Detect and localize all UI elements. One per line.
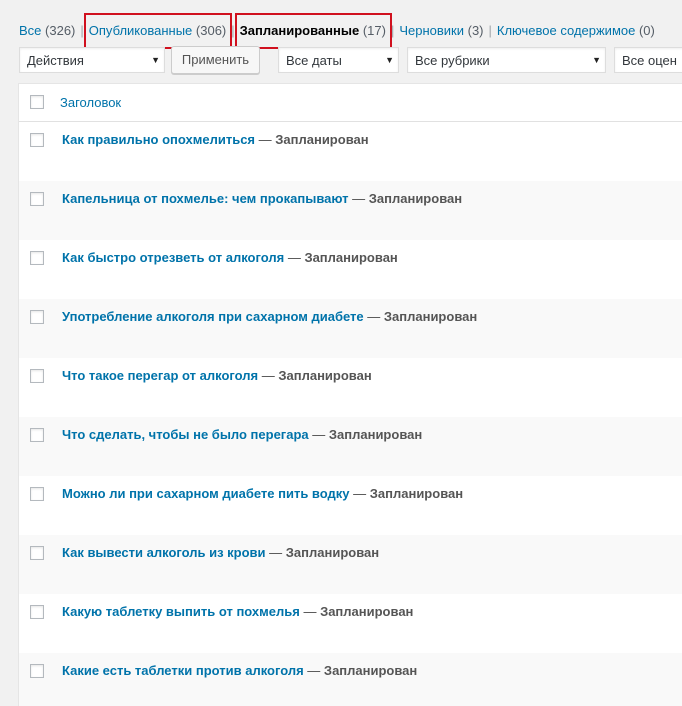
post-title-link[interactable]: Капельница от похмелье: чем прокапывают: [62, 191, 349, 206]
table-row: Употребление алкоголя при сахарном диабе…: [19, 299, 682, 358]
table-row: Какие есть таблетки против алкоголя — За…: [19, 653, 682, 706]
post-title-link[interactable]: Что такое перегар от алкоголя: [62, 368, 258, 383]
view-drafts-link[interactable]: Черновики: [399, 23, 464, 38]
post-state-separator: —: [303, 663, 324, 678]
row-title-line: Как быстро отрезветь от алкоголя — Запла…: [62, 250, 398, 265]
view-all-count: (326): [45, 23, 76, 38]
view-separator: |: [488, 23, 492, 38]
post-state-separator: —: [265, 545, 286, 560]
view-all[interactable]: Все (326): [19, 23, 75, 39]
title-column-header[interactable]: Заголовок: [60, 95, 121, 110]
post-state: Запланирован: [275, 132, 369, 147]
row-title-line: Как правильно опохмелиться — Запланирова…: [62, 132, 369, 147]
post-title-link[interactable]: Как быстро отрезветь от алкоголя: [62, 250, 284, 265]
post-state: Запланирован: [328, 427, 423, 442]
table-row: Как быстро отрезветь от алкоголя — Запла…: [19, 240, 682, 299]
row-checkbox[interactable]: [30, 192, 44, 206]
table-row: Что такое перегар от алкоголя — Запланир…: [19, 358, 682, 417]
post-state-separator: —: [255, 132, 276, 147]
table-row: Можно ли при сахарном диабете пить водку…: [19, 476, 682, 535]
view-published[interactable]: Опубликованные (306): [83, 13, 233, 49]
table-body: Как правильно опохмелиться — Запланирова…: [19, 122, 682, 706]
view-published-link[interactable]: Опубликованные: [89, 23, 193, 38]
rating-filter-value: Все оцен: [622, 53, 677, 68]
row-title-line: Какие есть таблетки против алкоголя — За…: [62, 663, 417, 678]
post-state: Запланирован: [304, 250, 398, 265]
table-row: Какую таблетку выпить от похмелья — Запл…: [19, 594, 682, 653]
post-state-separator: —: [363, 309, 384, 324]
post-title-link[interactable]: Что сделать, чтобы не было перегара: [62, 427, 309, 442]
view-separator: |: [80, 23, 84, 38]
post-title-link[interactable]: Какую таблетку выпить от похмелья: [62, 604, 300, 619]
view-cornerstone-link[interactable]: Ключевое содержимое: [497, 23, 635, 38]
row-checkbox[interactable]: [30, 664, 44, 678]
post-status-views: Все (326) | Опубликованные (306) | Запланиро…: [19, 13, 655, 49]
row-checkbox[interactable]: [30, 251, 44, 265]
row-title-line: Что такое перегар от алкоголя — Запланир…: [62, 368, 372, 383]
post-state-separator: —: [299, 604, 321, 619]
post-title-link[interactable]: Как правильно опохмелиться: [62, 132, 255, 147]
row-checkbox[interactable]: [30, 546, 44, 560]
view-published-count: (306): [195, 23, 227, 38]
bulk-actions-select[interactable]: Действия ▼: [19, 47, 165, 73]
table-row: Что сделать, чтобы не было перегара — За…: [19, 417, 682, 476]
post-state: Запланирован: [323, 663, 418, 678]
chevron-down-icon: ▼: [385, 55, 394, 65]
bulk-actions-value: Действия: [27, 53, 84, 68]
post-state: Запланирован: [278, 368, 372, 383]
row-title-line: Как вывести алкоголь из крови — Запланир…: [62, 545, 379, 560]
post-state: Запланирован: [320, 604, 414, 619]
table-row: Как правильно опохмелиться — Запланирова…: [19, 122, 682, 181]
post-title-link[interactable]: Как вывести алкоголь из крови: [62, 545, 266, 560]
row-checkbox[interactable]: [30, 487, 44, 501]
post-state-separator: —: [258, 368, 279, 383]
view-drafts-count: (3): [467, 23, 484, 38]
row-checkbox[interactable]: [30, 605, 44, 619]
select-all-checkbox[interactable]: [30, 95, 44, 109]
post-title-link[interactable]: Употребление алкоголя при сахарном диабе…: [62, 309, 364, 324]
row-checkbox[interactable]: [30, 369, 44, 383]
view-separator: |: [390, 23, 395, 38]
row-title-line: Что сделать, чтобы не было перегара — За…: [62, 427, 422, 442]
post-state-separator: —: [349, 486, 370, 501]
post-title-link[interactable]: Можно ли при сахарном диабете пить водку: [62, 486, 350, 501]
row-title-line: Можно ли при сахарном диабете пить водку…: [62, 486, 463, 501]
table-row: Капельница от похмелье: чем прокапывают …: [19, 181, 682, 240]
table-header: Заголовок: [19, 84, 682, 122]
post-state: Запланирован: [383, 309, 478, 324]
category-filter-value: Все рубрики: [415, 53, 490, 68]
chevron-down-icon: ▼: [592, 55, 601, 65]
post-state-separator: —: [348, 191, 369, 206]
posts-list-page: Все (326) | Опубликованные (306) | Запланиро…: [0, 0, 682, 706]
view-all-link[interactable]: Все: [19, 23, 41, 38]
row-title-line: Употребление алкоголя при сахарном диабе…: [62, 309, 477, 324]
view-cornerstone-count: (0): [638, 23, 655, 38]
view-scheduled-count: (17): [362, 23, 386, 38]
date-filter-value: Все даты: [286, 53, 342, 68]
apply-button[interactable]: Применить: [171, 46, 260, 74]
post-state: Запланирован: [369, 486, 464, 501]
rating-filter-select[interactable]: Все оцен: [614, 47, 682, 73]
chevron-down-icon: ▼: [151, 55, 160, 65]
row-checkbox[interactable]: [30, 133, 44, 147]
posts-table: Заголовок Как правильно опохмелиться — З…: [18, 83, 682, 706]
row-checkbox[interactable]: [30, 310, 44, 324]
view-drafts[interactable]: Черновики (3): [399, 23, 483, 39]
date-filter-select[interactable]: Все даты ▼: [278, 47, 399, 73]
category-filter-select[interactable]: Все рубрики ▼: [407, 47, 606, 73]
post-state-separator: —: [308, 427, 329, 442]
post-title-link[interactable]: Какие есть таблетки против алкоголя: [62, 663, 304, 678]
post-state-separator: —: [284, 250, 305, 265]
post-state: Запланирован: [368, 191, 463, 206]
row-checkbox[interactable]: [30, 428, 44, 442]
view-cornerstone[interactable]: Ключевое содержимое (0): [497, 23, 655, 39]
row-title-line: Капельница от похмелье: чем прокапывают …: [62, 191, 462, 206]
view-scheduled-label[interactable]: Запланированные: [240, 23, 360, 38]
view-separator: |: [231, 23, 235, 38]
view-scheduled[interactable]: Запланированные (17): [234, 13, 393, 49]
post-state: Запланирован: [285, 545, 380, 560]
row-title-line: Какую таблетку выпить от похмелья — Запл…: [62, 604, 413, 619]
table-row: Как вывести алкоголь из крови — Запланир…: [19, 535, 682, 594]
